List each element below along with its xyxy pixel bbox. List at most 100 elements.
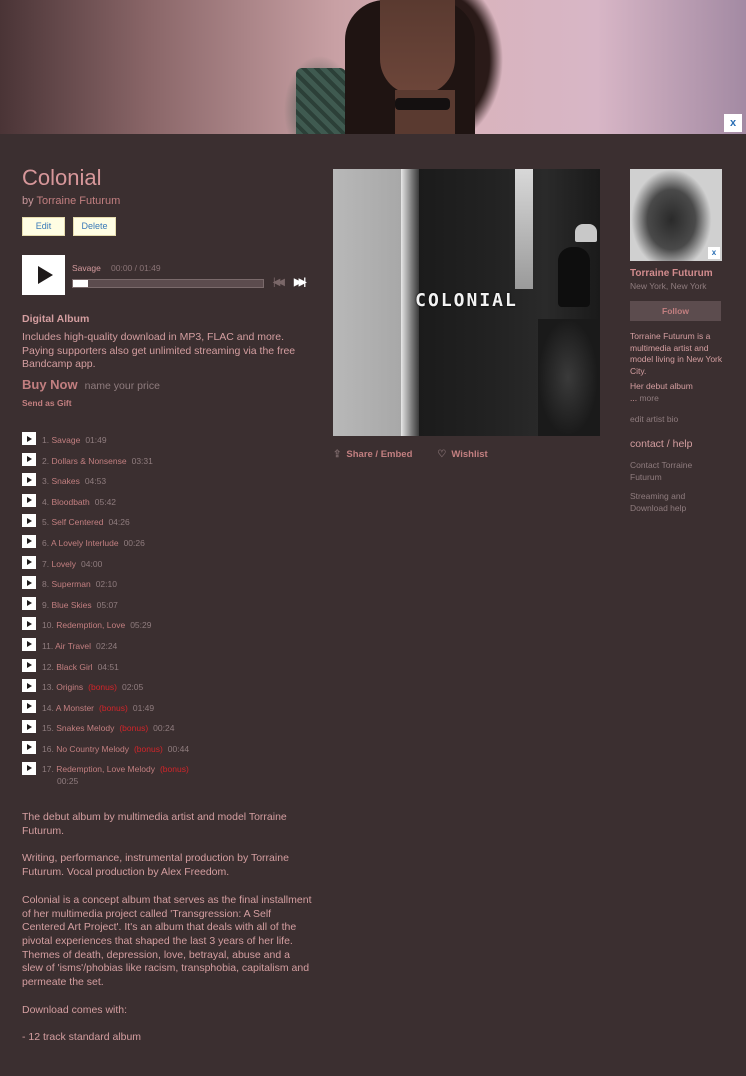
- track-play-button[interactable]: [22, 432, 36, 445]
- track-title-link[interactable]: Superman: [51, 579, 90, 589]
- progress-fill: [73, 280, 89, 287]
- track-play-button[interactable]: [22, 637, 36, 651]
- bio-excerpt-text: Her debut album: [630, 381, 693, 391]
- track-play-button[interactable]: [22, 514, 36, 528]
- bio-more-link[interactable]: more: [639, 393, 658, 403]
- track-play-button[interactable]: [22, 534, 36, 548]
- banner-close-button[interactable]: x: [724, 114, 742, 132]
- play-icon: [27, 497, 32, 504]
- banner-figure-collar: [395, 98, 450, 110]
- track-play-button[interactable]: [22, 740, 36, 754]
- track-title-link[interactable]: Redemption, Love: [56, 620, 125, 630]
- cover-window: [515, 169, 533, 289]
- bonus-tag: (bonus): [133, 743, 163, 754]
- track-play-button[interactable]: [22, 576, 36, 590]
- track-number: 1.: [42, 435, 50, 445]
- delete-button[interactable]: Delete: [73, 217, 116, 236]
- track-duration: 05:29: [130, 620, 152, 631]
- contact-artist-link[interactable]: Contact Torraine Futurum: [630, 460, 725, 483]
- track-info: 13. Origins (bonus) 02:05: [42, 682, 143, 692]
- track-title-link[interactable]: Air Travel: [55, 641, 91, 651]
- track-title-link[interactable]: Bloodbath: [51, 497, 89, 507]
- track-play-button[interactable]: [22, 699, 36, 713]
- track-duration: 02:10: [95, 579, 117, 590]
- play-icon: [27, 538, 32, 545]
- play-icon: [27, 476, 32, 483]
- track-play-button[interactable]: [22, 720, 36, 734]
- track-duration: 04:26: [108, 517, 130, 528]
- track-duration: 05:42: [94, 496, 117, 507]
- track-title-link[interactable]: Lovely: [51, 559, 76, 569]
- cover-title-text: COLONIAL: [415, 290, 518, 311]
- track-title-link[interactable]: Black Girl: [56, 662, 92, 672]
- prev-track-button[interactable]: |◀◀: [273, 277, 285, 288]
- track-info: 6. A Lovely Interlude 00:26: [42, 538, 145, 548]
- track-number: 8.: [42, 579, 50, 590]
- track-duration: 04:51: [97, 661, 119, 672]
- track-number: 10.: [42, 620, 54, 631]
- track-title-link[interactable]: Origins: [56, 682, 83, 692]
- track-row: 14. A Monster (bonus) 01:49: [22, 699, 312, 721]
- artist-photo[interactable]: x: [630, 169, 722, 261]
- track-duration: 04:00: [81, 558, 103, 569]
- track-play-button[interactable]: [22, 473, 36, 487]
- track-info: 3. Snakes 04:53: [42, 476, 106, 486]
- track-row: 5. Self Centered 04:26: [22, 514, 312, 535]
- track-play-button[interactable]: [22, 761, 36, 775]
- wishlist-label: Wishlist: [451, 449, 488, 460]
- play-button[interactable]: [22, 255, 65, 295]
- track-duration: 04:53: [84, 476, 107, 487]
- track-title-link[interactable]: Dollars & Nonsense: [51, 456, 126, 466]
- track-play-button[interactable]: [22, 617, 36, 631]
- track-title-link[interactable]: A Lovely Interlude: [51, 538, 119, 548]
- track-title-link[interactable]: Snakes: [51, 476, 79, 486]
- track-play-button[interactable]: [22, 679, 36, 693]
- edit-button[interactable]: Edit: [22, 217, 65, 236]
- track-info: 2. Dollars & Nonsense 03:31: [42, 456, 153, 466]
- track-number: 12.: [42, 661, 54, 672]
- next-track-button[interactable]: ▶▶|: [294, 277, 306, 288]
- banner-figure-neck: [395, 90, 455, 134]
- track-title-link[interactable]: Blue Skies: [51, 600, 91, 610]
- track-title-link[interactable]: Self Centered: [51, 517, 103, 527]
- buy-now-button[interactable]: Buy Now: [22, 377, 78, 392]
- track-title-link[interactable]: No Country Melody: [56, 744, 129, 754]
- send-as-gift-link[interactable]: Send as Gift: [22, 398, 312, 408]
- track-info: 5. Self Centered 04:26: [42, 517, 130, 527]
- play-icon: [27, 579, 32, 586]
- edit-artist-bio-link[interactable]: edit artist bio: [630, 414, 725, 424]
- track-number: 2.: [42, 455, 50, 466]
- prev-track-icon: |◀◀: [273, 277, 285, 288]
- bonus-tag: (bonus): [88, 682, 117, 693]
- album-cover[interactable]: COLONIAL: [333, 169, 600, 436]
- track-play-button[interactable]: [22, 452, 36, 466]
- track-play-button[interactable]: [22, 658, 36, 672]
- track-play-button[interactable]: [22, 596, 36, 610]
- follow-button[interactable]: Follow: [630, 301, 721, 321]
- album-byline: by Torraine Futurum: [22, 195, 312, 207]
- share-embed-link[interactable]: Share / Embed: [346, 449, 412, 460]
- admin-buttons: Edit Delete: [22, 217, 312, 236]
- by-prefix: by: [22, 195, 34, 207]
- track-play-button[interactable]: [22, 555, 36, 569]
- track-title-link[interactable]: A Monster: [56, 703, 94, 713]
- contact-help-heading: contact / help: [630, 438, 693, 450]
- track-duration: 00:25: [57, 775, 79, 786]
- progress-bar[interactable]: [72, 279, 264, 288]
- photo-close-button[interactable]: x: [708, 247, 720, 259]
- streaming-help-link[interactable]: Streaming and Download help: [630, 491, 725, 514]
- album-title: Colonial: [22, 165, 102, 190]
- track-number: 3.: [42, 476, 50, 487]
- header-banner-image: [0, 0, 746, 134]
- play-icon: [27, 765, 32, 771]
- bio-ellipsis: ...: [630, 392, 638, 403]
- track-title-link[interactable]: Redemption, Love Melody: [56, 764, 155, 774]
- wishlist-button[interactable]: ♡ Wishlist: [437, 449, 487, 460]
- track-play-button[interactable]: [22, 493, 36, 507]
- track-title-link[interactable]: Snakes Melody: [56, 723, 114, 733]
- artist-name[interactable]: Torraine Futurum: [630, 268, 725, 279]
- artist-link[interactable]: Torraine Futurum: [36, 195, 120, 207]
- heart-icon: ♡: [437, 449, 447, 460]
- track-row: 15. Snakes Melody (bonus) 00:24: [22, 720, 312, 741]
- track-title-link[interactable]: Savage: [51, 435, 80, 445]
